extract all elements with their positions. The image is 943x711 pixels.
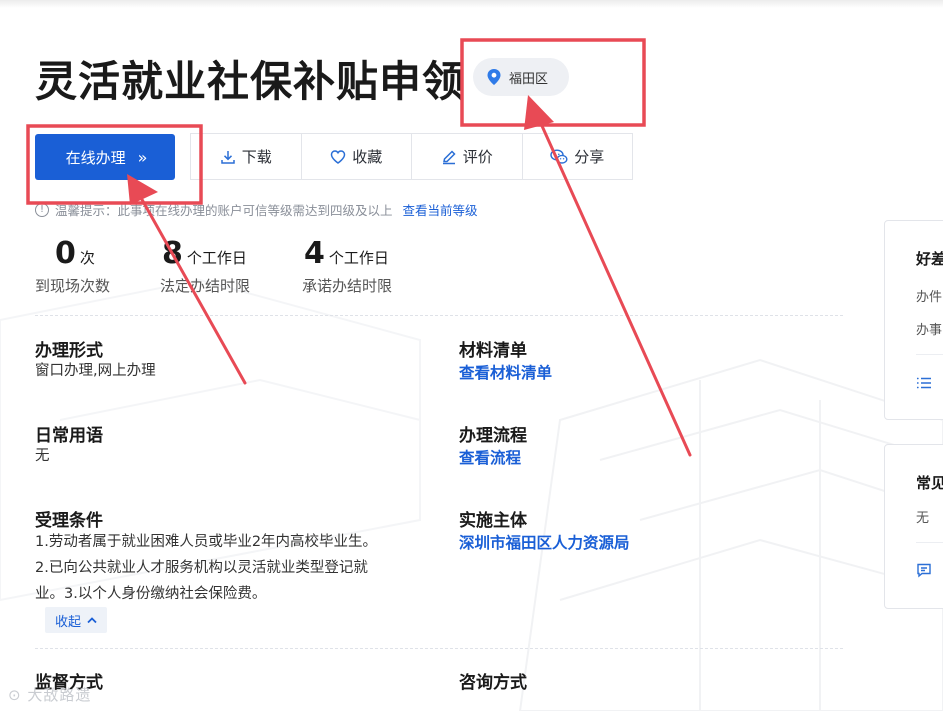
- consult-title: 咨询方式: [459, 673, 527, 693]
- list-icon[interactable]: [916, 375, 932, 391]
- stat-unit: 次: [79, 249, 95, 267]
- share-label: 分享: [574, 148, 605, 166]
- side-card-line: 办事: [916, 323, 943, 338]
- side-card-divider: [916, 354, 943, 355]
- heart-icon: [330, 149, 346, 164]
- edit-pen-icon: [442, 149, 456, 164]
- tip-text: 温馨提示：此事项在线办理的账户可信等级需达到四级及以上: [55, 203, 393, 218]
- double-chevron-right-icon: »: [137, 147, 148, 167]
- stat-legal-limit: 8 个工作日 法定办结时限: [160, 236, 250, 296]
- conditions-title: 受理条件: [35, 511, 103, 531]
- watermark: ⊙ 大敌路遗: [8, 686, 92, 704]
- side-card-line: 无: [916, 511, 930, 526]
- collapse-label: 收起: [55, 614, 82, 630]
- side-card-faq: 常见 无: [884, 444, 943, 609]
- authority-title: 实施主体: [459, 511, 527, 531]
- online-handle-button[interactable]: 在线办理 »: [35, 134, 175, 180]
- action-bar: 下载 收藏 评价 分享: [190, 133, 633, 180]
- terms-value: 无: [35, 448, 50, 464]
- materials-link[interactable]: 查看材料清单: [459, 361, 552, 383]
- favorite-label: 收藏: [352, 148, 383, 166]
- location-pin-icon: [487, 69, 501, 85]
- process-link[interactable]: 查看流程: [459, 446, 521, 468]
- message-icon[interactable]: [916, 562, 932, 578]
- check-level-link[interactable]: 查看当前等级: [403, 200, 478, 219]
- process-title: 办理流程: [459, 426, 527, 446]
- materials-title: 材料清单: [459, 341, 527, 361]
- method-value: 窗口办理,网上办理: [35, 363, 156, 379]
- side-card-rating: 好差 办件 办事: [884, 220, 943, 420]
- rate-button[interactable]: 评价: [412, 134, 523, 179]
- stat-value: 8: [162, 236, 183, 271]
- online-handle-label: 在线办理: [65, 148, 126, 167]
- stat-unit: 个工作日: [186, 249, 247, 267]
- tip-line: ! 温馨提示：此事项在线办理的账户可信等级需达到四级及以上 查看当前等级: [35, 200, 478, 219]
- info-icon: !: [35, 202, 49, 217]
- download-icon: [220, 150, 235, 164]
- conditions-line-2: 2.已向公共就业人才服务机构以灵活就业类型登记就: [35, 560, 368, 576]
- side-card-title: 好差: [916, 250, 943, 268]
- wechat-icon: [550, 148, 568, 164]
- download-label: 下载: [241, 148, 272, 166]
- authority-link[interactable]: 深圳市福田区人力资源局: [459, 531, 630, 553]
- chevron-up-icon: [87, 617, 97, 624]
- region-label: 福田区: [509, 71, 549, 87]
- region-tag[interactable]: 福田区: [473, 58, 569, 96]
- conditions-line-3: 业。3.以个人身份缴纳社会保险费。: [35, 586, 267, 602]
- stat-value: 4: [304, 236, 325, 271]
- download-button[interactable]: 下载: [191, 134, 302, 179]
- divider: [35, 648, 843, 649]
- stat-label: 法定办结时限: [160, 277, 251, 295]
- stat-label: 承诺办结时限: [302, 277, 393, 295]
- stat-label: 到现场次数: [35, 277, 111, 295]
- stat-promised-limit: 4 个工作日 承诺办结时限: [302, 236, 392, 296]
- page-title: 灵活就业社保补贴申领: [35, 57, 466, 106]
- favorite-button[interactable]: 收藏: [302, 134, 412, 179]
- stat-unit: 个工作日: [328, 249, 389, 267]
- stat-visits: 0次 到现场次数: [35, 236, 110, 296]
- side-card-title: 常见: [916, 474, 943, 492]
- divider: [35, 315, 843, 316]
- stat-value: 0: [55, 236, 76, 271]
- conditions-line-1: 1.劳动者属于就业困难人员或毕业2年内高校毕业生。: [35, 534, 378, 550]
- rate-label: 评价: [462, 148, 493, 166]
- share-button[interactable]: 分享: [523, 134, 633, 179]
- collapse-button[interactable]: 收起: [45, 607, 108, 633]
- top-shadow: [0, 0, 943, 8]
- side-card-line: 办件: [916, 290, 943, 305]
- side-card-divider: [916, 542, 943, 543]
